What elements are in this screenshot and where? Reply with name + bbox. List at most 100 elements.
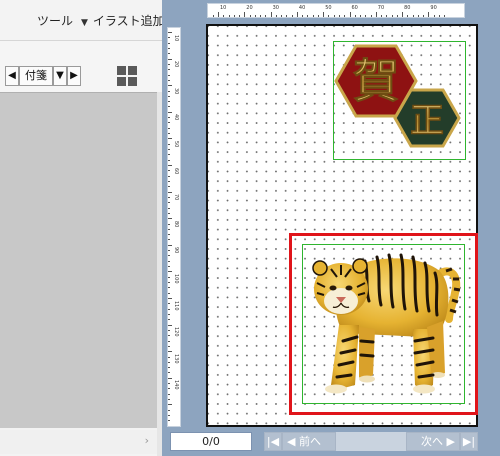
ruler-tick <box>168 32 172 33</box>
ruler-tick <box>328 15 330 17</box>
horizontal-scrollbar[interactable]: › <box>0 430 157 454</box>
grid-view-icon[interactable] <box>117 66 138 87</box>
ruler-label: 40 <box>298 5 306 11</box>
ruler-tick <box>291 15 293 17</box>
ruler-tick <box>168 409 170 411</box>
ruler-tick <box>168 175 170 177</box>
ruler-tick <box>168 308 170 310</box>
ruler-tick <box>168 388 170 390</box>
ruler-tick <box>365 15 367 17</box>
ruler-tick <box>168 42 170 44</box>
ruler-tick <box>168 111 172 113</box>
ruler-label: 130 <box>173 353 179 364</box>
ruler-tick <box>168 207 170 209</box>
next-category-button[interactable]: ▶ <box>67 66 81 86</box>
caret-down-icon: ▼ <box>81 18 88 28</box>
ruler-tick <box>265 15 267 17</box>
ruler-tick <box>168 191 172 193</box>
menu-bar: ツール ▼ イラスト追加 <box>0 0 165 40</box>
canvas-vertical-scrollbar[interactable] <box>480 24 498 429</box>
ruler-tick <box>168 218 172 220</box>
ruler-tick <box>349 12 351 17</box>
ruler-tick <box>168 404 172 406</box>
nav-spacer <box>336 432 406 451</box>
ruler-tick <box>168 149 170 151</box>
ruler-tick <box>333 15 335 17</box>
ruler-label: 30 <box>173 87 179 95</box>
menu-tools[interactable]: ツール <box>37 12 73 29</box>
ruler-tick <box>168 361 170 363</box>
ruler-label: 100 <box>173 274 179 284</box>
prev-page-button[interactable]: ◀ 前へ <box>282 432 336 451</box>
ruler-tick <box>168 266 170 268</box>
ruler-label: 50 <box>173 141 179 148</box>
ruler-tick <box>168 58 172 60</box>
ruler-tick <box>168 239 170 241</box>
ruler-tick <box>168 271 172 273</box>
ruler-tick <box>307 15 309 17</box>
category-select[interactable]: 付箋 <box>19 66 53 86</box>
ruler-tick <box>168 101 170 103</box>
kanji-badges: 賀 正 <box>334 44 461 148</box>
postcard-page[interactable]: 賀 正 <box>206 24 478 427</box>
ruler-tick <box>168 223 170 225</box>
ruler-tick <box>168 127 170 129</box>
ruler-tick <box>270 12 272 17</box>
tiger-image-box[interactable] <box>302 244 465 404</box>
kanji-2-text: 正 <box>410 101 444 141</box>
ruler-tick <box>423 15 425 17</box>
ruler-label: 70 <box>173 194 179 201</box>
prev-category-button[interactable]: ◀ <box>5 66 19 86</box>
ruler-tick <box>168 244 172 246</box>
ruler-tick <box>218 12 219 17</box>
ruler-tick <box>317 15 319 17</box>
ruler-tick <box>223 15 225 17</box>
ruler-label: 60 <box>351 5 358 11</box>
ruler-tick <box>168 367 170 369</box>
ruler-tick <box>168 329 170 331</box>
ruler-tick <box>407 15 409 17</box>
ruler-tick <box>168 377 172 379</box>
ruler-label: 20 <box>173 61 179 68</box>
ruler-tick <box>168 324 172 326</box>
category-dropdown-button[interactable]: ▼ <box>53 66 67 86</box>
top-ruler: 10 20 30 40 50 60 70 80 90 <box>207 3 465 18</box>
ruler-tick <box>381 15 383 17</box>
ruler-tick <box>168 415 170 417</box>
ruler-label: 140 <box>173 380 179 390</box>
next-page-button[interactable]: 次へ ▶ <box>406 432 460 451</box>
menu-add-illustration[interactable]: ▼ イラスト追加 <box>81 12 165 29</box>
ruler-label: 10 <box>220 5 227 11</box>
ruler-tick <box>168 287 170 289</box>
ruler-tick <box>168 276 170 278</box>
ruler-tick <box>168 95 170 97</box>
ruler-tick <box>168 196 170 198</box>
kanji-group[interactable]: 賀 正 <box>333 41 466 160</box>
tiger-selection-frame[interactable] <box>289 233 478 415</box>
first-page-button[interactable]: |◀ <box>264 432 282 451</box>
ruler-tick <box>323 12 325 17</box>
ruler-label: 120 <box>173 327 179 337</box>
scroll-right-icon[interactable]: › <box>145 434 149 447</box>
ruler-tick <box>168 138 172 140</box>
ruler-tick <box>168 393 170 395</box>
last-page-button[interactable]: ▶| <box>460 432 478 451</box>
ruler-tick <box>402 12 404 17</box>
illustration-list[interactable] <box>0 92 157 428</box>
ruler-tick <box>168 399 170 401</box>
ruler-tick <box>228 15 230 17</box>
ruler-tick <box>386 15 388 17</box>
ruler-tick <box>412 15 414 17</box>
ruler-tick <box>212 15 214 17</box>
ruler-tick <box>168 47 170 49</box>
ruler-tick <box>312 15 314 17</box>
ruler-tick <box>338 15 340 17</box>
ruler-tick <box>168 420 170 422</box>
ruler-tick <box>296 12 298 17</box>
ruler-tick <box>168 143 170 145</box>
ruler-tick <box>168 313 170 315</box>
ruler-tick <box>168 212 170 214</box>
ruler-tick <box>168 250 170 252</box>
ruler-tick <box>302 15 304 17</box>
ruler-tick <box>281 15 283 17</box>
